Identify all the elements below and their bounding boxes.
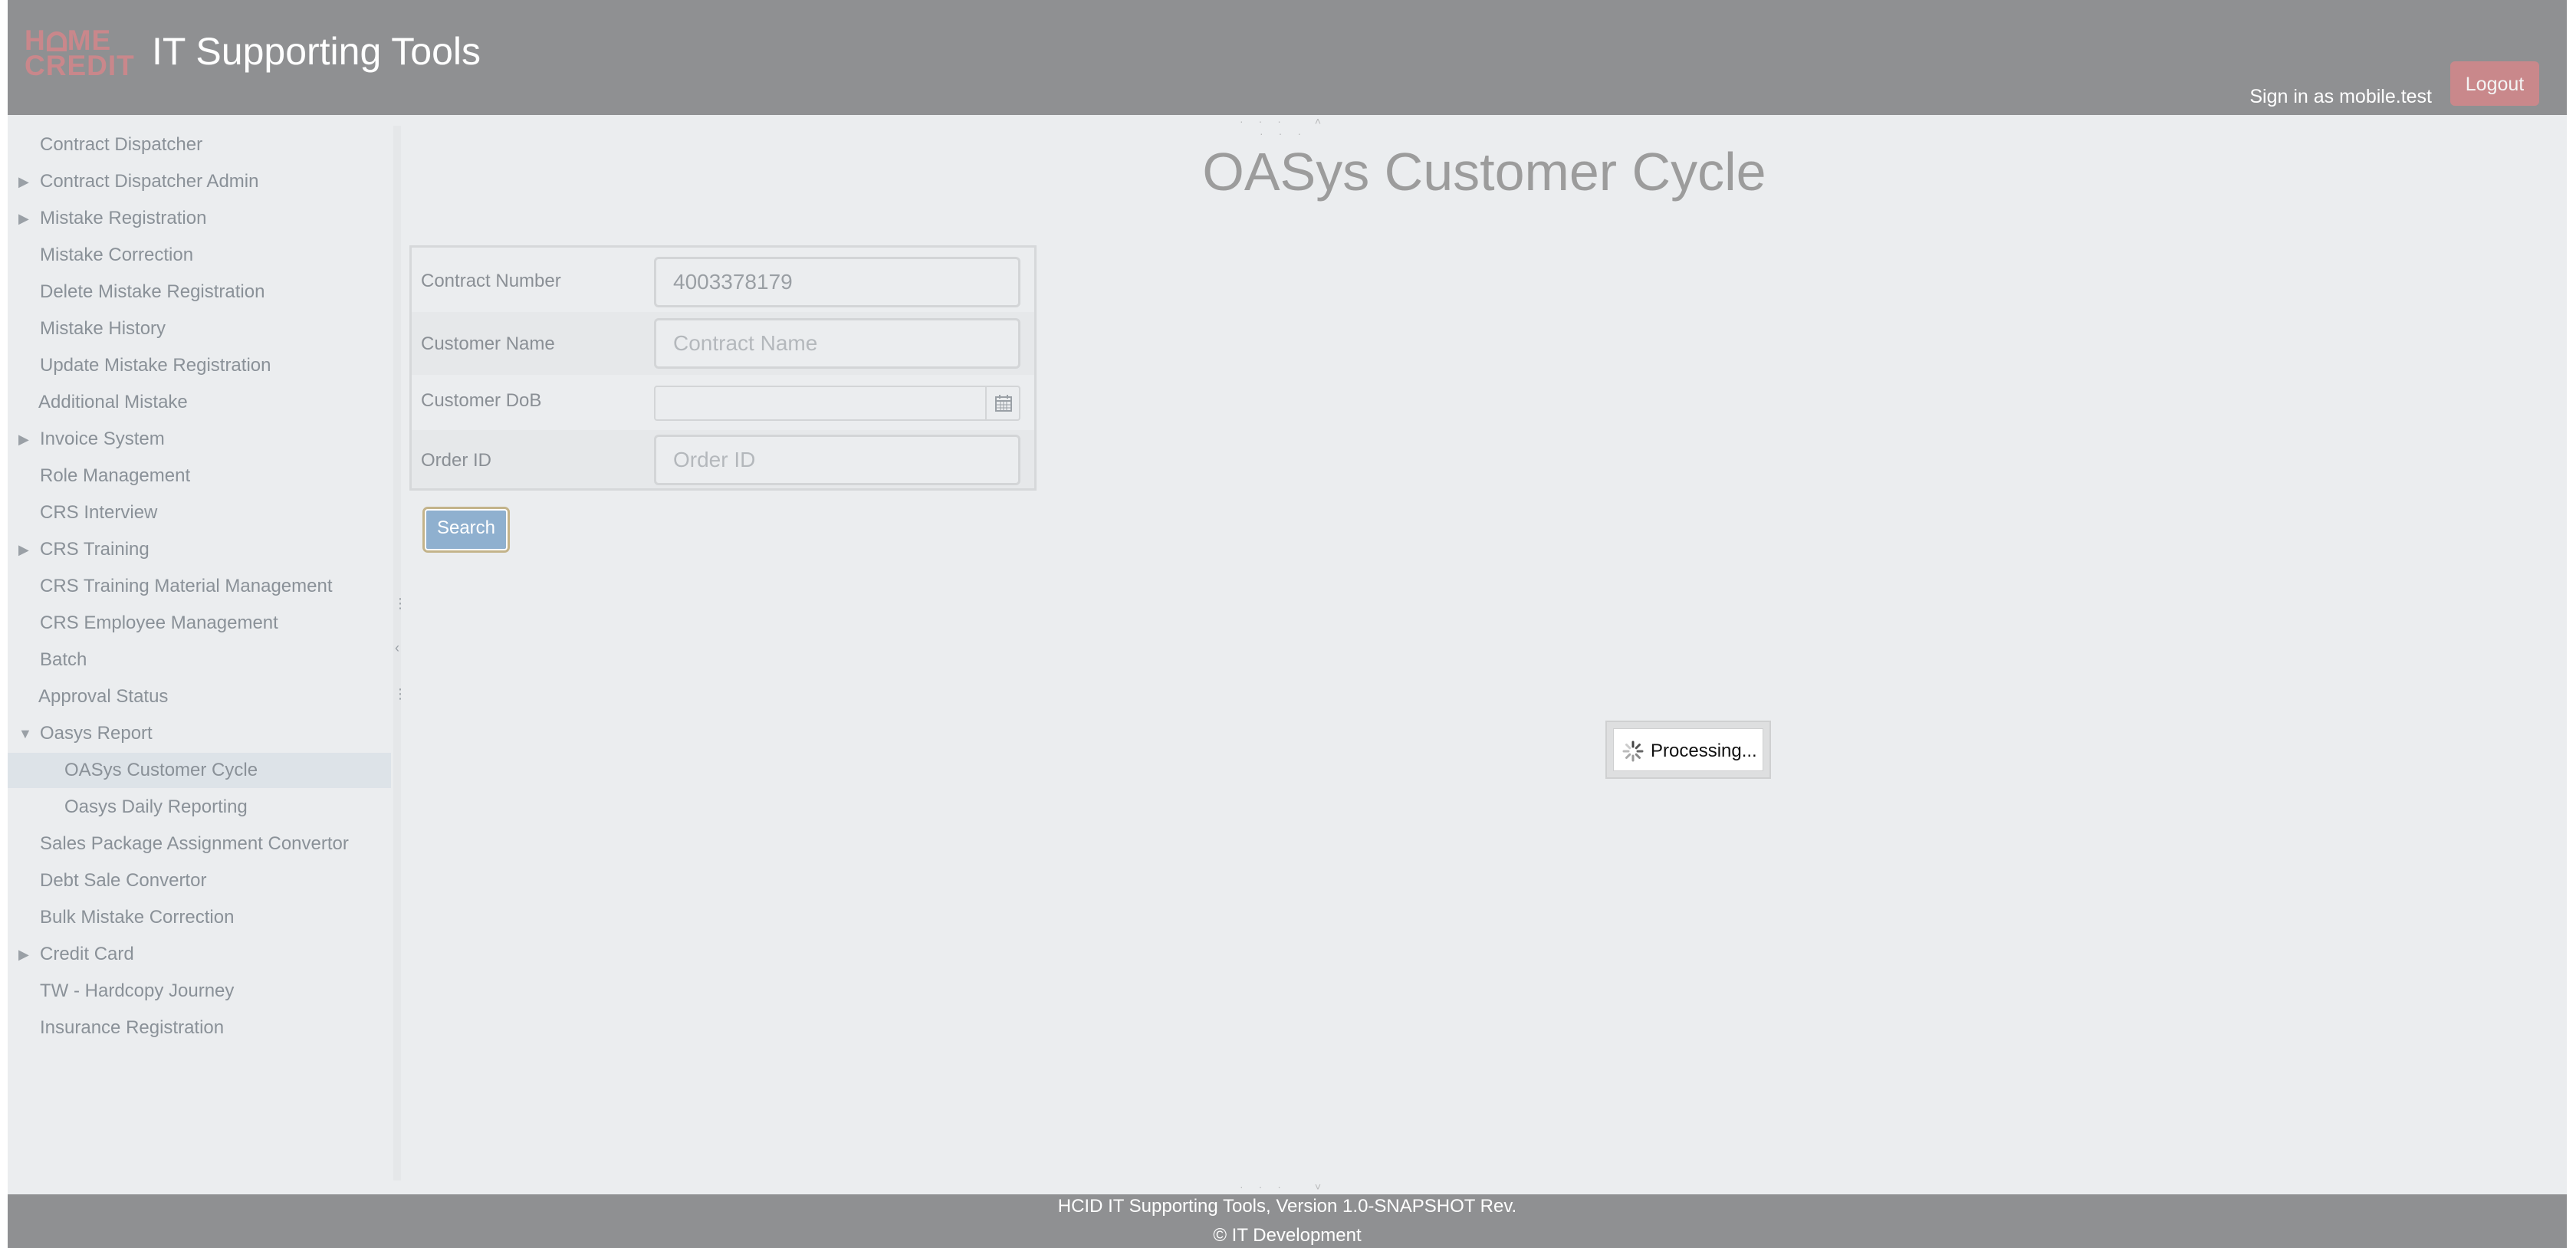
processing-panel: Processing... xyxy=(1613,728,1763,771)
sidebar-item-credit-card[interactable]: ▶ Credit Card xyxy=(8,937,391,972)
sidebar-item-label: Credit Card xyxy=(40,944,134,964)
sidebar-item-label: Invoice System xyxy=(40,429,165,449)
footer: HCID IT Supporting Tools, Version 1.0-SN… xyxy=(8,1194,2567,1248)
sidebar-item-mistake-history[interactable]: Mistake History xyxy=(8,311,391,346)
main-content: OASys Customer Cycle Contract Number Cus… xyxy=(402,126,2567,1181)
sidebar-item-label: CRS Training xyxy=(40,539,150,560)
contract-number-row: Contract Number xyxy=(412,252,1034,310)
footer-version: HCID IT Supporting Tools, Version 1.0-SN… xyxy=(1057,1196,1517,1217)
sidebar-item-label: Debt Sale Convertor xyxy=(40,870,207,891)
sidebar-item-label: TW - Hardcopy Journey xyxy=(40,980,235,1001)
sidebar-item-invoice-system[interactable]: ▶ Invoice System xyxy=(8,422,391,457)
contract-number-label: Contract Number xyxy=(421,271,561,291)
customer-name-label: Customer Name xyxy=(421,333,555,354)
search-button[interactable]: Search xyxy=(422,507,510,553)
sidebar-item-label: Additional Mistake xyxy=(38,392,188,412)
customer-dob-row: Customer DoB xyxy=(412,376,1034,429)
sidebar-splitter[interactable]: ⋮ ‹ ⋮ xyxy=(393,126,407,1181)
sidebar-item-label: Insurance Registration xyxy=(40,1017,225,1038)
sidebar-item-crs-employee-management[interactable]: CRS Employee Management xyxy=(8,606,391,641)
sidebar-item-update-mistake-registration[interactable]: Update Mistake Registration xyxy=(8,348,391,383)
sidebar-item-label: Delete Mistake Registration xyxy=(40,281,265,302)
contract-number-input[interactable] xyxy=(654,257,1020,307)
customer-dob-input[interactable] xyxy=(654,386,1020,421)
collapse-arrow-icon[interactable]: ▼ xyxy=(18,716,32,751)
header: H ME CREDIT IT Supporting Tools Sign in a… xyxy=(8,0,2567,115)
sidebar-item-additional-mistake[interactable]: Additional Mistake xyxy=(8,385,391,420)
sidebar-item-approval-status[interactable]: Approval Status xyxy=(8,679,391,714)
processing-dialog: Processing... xyxy=(1605,721,1771,779)
order-id-label: Order ID xyxy=(421,450,492,471)
sidebar-item-label: Mistake Correction xyxy=(40,245,194,265)
sidebar-item-label: Update Mistake Registration xyxy=(40,355,271,376)
sidebar-item-label: Bulk Mistake Correction xyxy=(40,907,235,928)
north-pane-toggle[interactable]: ··· ˄ ··· xyxy=(1234,115,1342,140)
logo-text-credit: CREDIT xyxy=(25,50,135,81)
sidebar-item-label: Sales Package Assignment Convertor xyxy=(40,833,349,854)
sidebar-item-label: CRS Training Material Management xyxy=(40,576,333,596)
resize-handle-icon[interactable]: ⋮ xyxy=(393,596,407,610)
sidebar-item-label: Mistake History xyxy=(40,318,166,339)
customer-name-row: Customer Name xyxy=(412,312,1034,375)
expand-arrow-icon[interactable]: ▶ xyxy=(18,164,29,199)
datepicker-button[interactable] xyxy=(985,387,1019,419)
sidebar-item-label: Mistake Registration xyxy=(40,208,207,228)
collapse-sidebar-icon[interactable]: ‹ xyxy=(393,641,401,655)
sidebar-item-mistake-registration[interactable]: ▶ Mistake Registration xyxy=(8,201,391,236)
app-title: IT Supporting Tools xyxy=(152,30,481,73)
sidebar-item-oasys-daily-reporting[interactable]: Oasys Daily Reporting xyxy=(8,790,391,825)
sidebar-item-label: Approval Status xyxy=(38,686,169,707)
sidebar-item-label: CRS Employee Management xyxy=(40,613,278,633)
expand-arrow-icon[interactable]: ▶ xyxy=(18,201,29,236)
sidebar-menu: Contract Dispatcher ▶ Contract Dispatcher… xyxy=(8,126,391,1181)
order-id-input[interactable] xyxy=(654,435,1020,485)
order-id-row: Order ID xyxy=(412,430,1034,488)
expand-arrow-icon[interactable]: ▶ xyxy=(18,532,29,567)
sidebar-item-oasys-report[interactable]: ▼ Oasys Report xyxy=(8,716,391,751)
sidebar-item-delete-mistake-registration[interactable]: Delete Mistake Registration xyxy=(8,274,391,310)
sidebar-item-debt-sale-convertor[interactable]: Debt Sale Convertor xyxy=(8,863,391,898)
sidebar-item-tw-hardcopy-journey[interactable]: TW - Hardcopy Journey xyxy=(8,974,391,1009)
sidebar-item-contract-dispatcher[interactable]: Contract Dispatcher xyxy=(8,127,391,163)
sidebar-item-role-management[interactable]: Role Management xyxy=(8,458,391,494)
signed-in-user: Sign in as mobile.test xyxy=(2249,86,2432,107)
expand-arrow-icon[interactable]: ▶ xyxy=(18,422,29,457)
sidebar-item-label: OASys Customer Cycle xyxy=(64,760,258,780)
sidebar-item-label: Oasys Daily Reporting xyxy=(64,796,248,817)
page-title: OASys Customer Cycle xyxy=(1202,142,1766,202)
customer-dob-label: Customer DoB xyxy=(421,390,542,411)
sidebar-item-contract-dispatcher-admin[interactable]: ▶ Contract Dispatcher Admin xyxy=(8,164,391,199)
logo-house-icon xyxy=(46,31,67,51)
expand-arrow-icon[interactable]: ▶ xyxy=(18,937,29,972)
sidebar-item-crs-training-material-management[interactable]: CRS Training Material Management xyxy=(8,569,391,604)
sidebar-item-batch[interactable]: Batch xyxy=(8,642,391,678)
sidebar-item-label: Batch xyxy=(40,649,87,670)
south-pane-toggle[interactable]: ··· ˅ ··· xyxy=(1234,1181,1342,1205)
processing-text: Processing... xyxy=(1651,741,1757,761)
sidebar-item-label: CRS Interview xyxy=(40,502,158,523)
sidebar-item-label: Oasys Report xyxy=(40,723,153,744)
sidebar-item-label: Contract Dispatcher xyxy=(40,134,203,155)
sidebar-item-sales-package-assignment-convertor[interactable]: Sales Package Assignment Convertor xyxy=(8,826,391,862)
resize-handle-icon[interactable]: ⋮ xyxy=(393,687,407,701)
sidebar-item-insurance-registration[interactable]: Insurance Registration xyxy=(8,1010,391,1046)
footer-copyright: © IT Development xyxy=(1213,1225,1362,1246)
app-frame: H ME CREDIT IT Supporting Tools Sign in a… xyxy=(8,0,2567,1248)
home-credit-logo: H ME CREDIT xyxy=(25,26,135,81)
sidebar-item-label: Role Management xyxy=(40,465,191,486)
sidebar-item-crs-interview[interactable]: CRS Interview xyxy=(8,495,391,530)
customer-name-input[interactable] xyxy=(654,318,1020,369)
sidebar-item-oasys-customer-cycle[interactable]: OASys Customer Cycle xyxy=(8,753,391,788)
calendar-icon xyxy=(995,395,1012,412)
loading-spinner-icon xyxy=(1622,741,1644,762)
search-form: Contract Number Customer Name Customer D… xyxy=(409,245,1037,491)
logout-button[interactable]: Logout xyxy=(2450,61,2539,106)
sidebar-item-mistake-correction[interactable]: Mistake Correction xyxy=(8,238,391,273)
sidebar-item-label: Contract Dispatcher Admin xyxy=(40,171,259,192)
sidebar-item-bulk-mistake-correction[interactable]: Bulk Mistake Correction xyxy=(8,900,391,935)
sidebar-item-crs-training[interactable]: ▶ CRS Training xyxy=(8,532,391,567)
